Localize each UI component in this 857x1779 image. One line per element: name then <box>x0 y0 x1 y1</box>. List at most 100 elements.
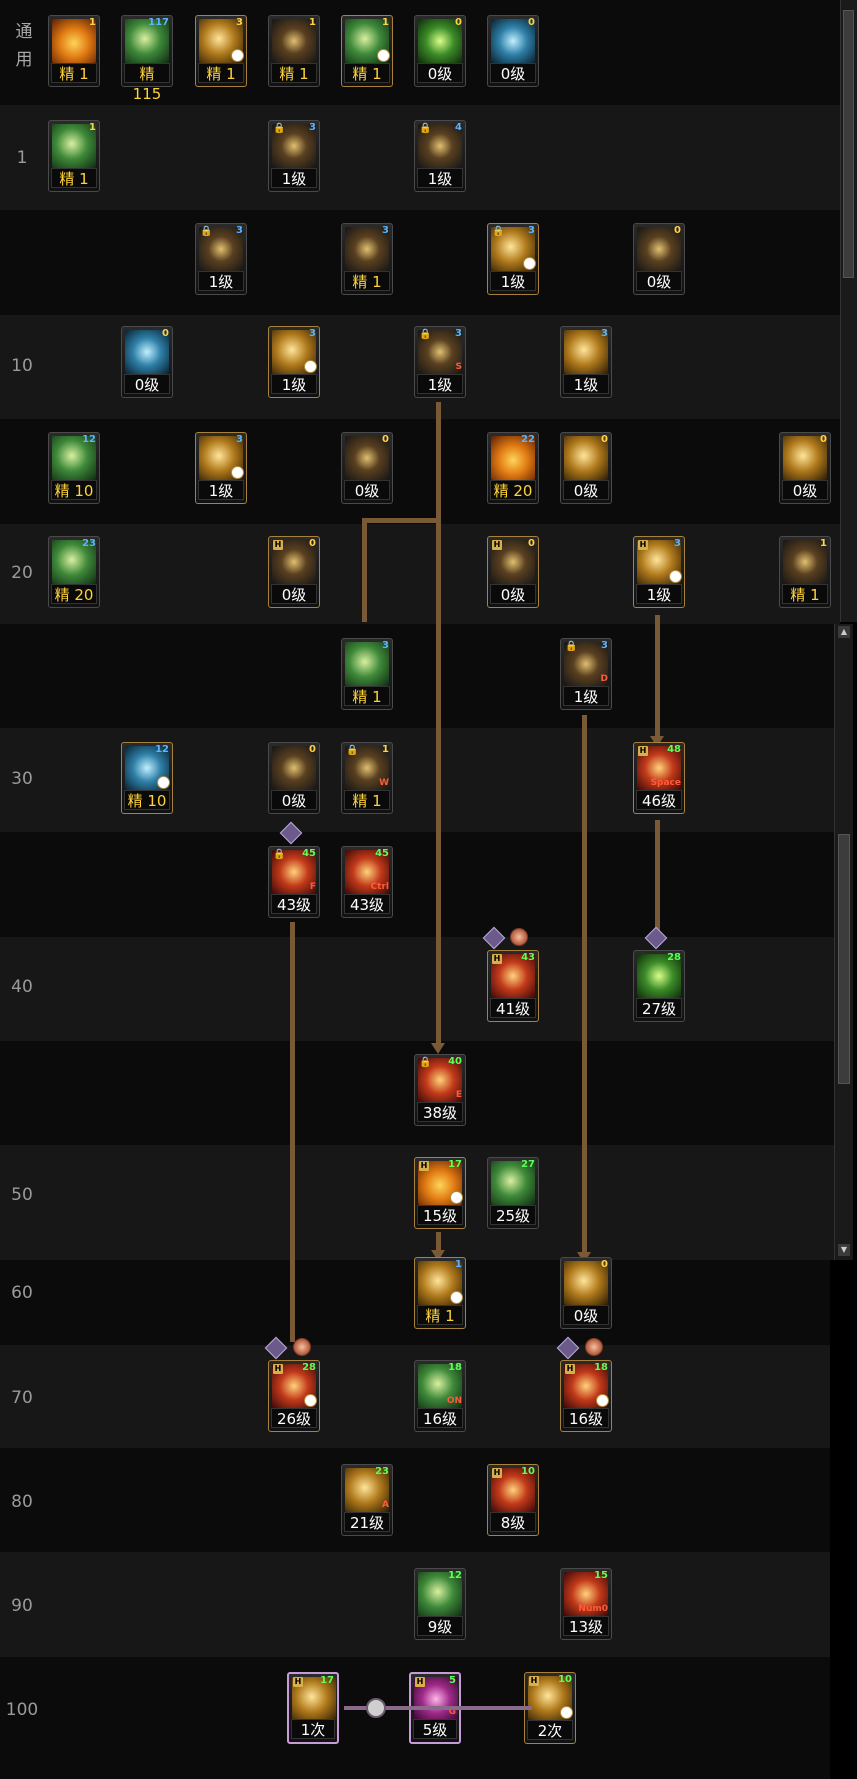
skill-level: 1级 <box>198 271 244 291</box>
skill-slot[interactable]: 1 精 1 <box>48 120 100 192</box>
skill-max-badge: 12 <box>82 434 96 445</box>
skill-level: 1级 <box>417 374 463 394</box>
skill-slot[interactable]: 1 精 1 <box>341 15 393 87</box>
skill-max-badge: 10 <box>521 1466 535 1477</box>
skill-slot[interactable]: 18 ON 16级 <box>414 1360 466 1432</box>
lock-icon: 🔒 <box>419 1057 432 1068</box>
skill-slot[interactable]: 12 精 10 <box>48 432 100 504</box>
skill-slot[interactable]: 0 H 0级 <box>487 536 539 608</box>
scrollbar-thumb[interactable] <box>843 10 854 278</box>
skill-slot[interactable]: 18 H 16级 <box>560 1360 612 1432</box>
row-bg <box>0 937 840 1041</box>
skill-slot[interactable]: 0 0级 <box>560 1257 612 1329</box>
skill-level: 1级 <box>636 584 682 604</box>
skill-slot[interactable]: 17 H 1次 <box>287 1672 339 1744</box>
hotkey-marker-icon: H <box>565 1364 575 1374</box>
skill-slot[interactable]: 48 H Space 46级 <box>633 742 685 814</box>
skill-slot[interactable]: 0 0级 <box>414 15 466 87</box>
skill-slot[interactable]: 3 精 1 <box>341 223 393 295</box>
row-label-90: 90 <box>11 1596 33 1616</box>
skill-key-label: Num0 <box>578 1604 608 1614</box>
skill-slot[interactable]: 22 精 20 <box>487 432 539 504</box>
skill-slot[interactable]: 45 🔒 F 43级 <box>268 846 320 918</box>
skill-slot[interactable]: 3 🔒 1级 <box>195 223 247 295</box>
skill-slot[interactable]: 3 精 1 <box>341 638 393 710</box>
skill-max-badge: 3 <box>674 538 681 549</box>
skill-slot[interactable]: 0 0级 <box>121 326 173 398</box>
skill-slot[interactable]: 3 🔒 1级 <box>268 120 320 192</box>
skill-slot[interactable]: 28 27级 <box>633 950 685 1022</box>
skill-slot[interactable]: 45 Ctrl 43级 <box>341 846 393 918</box>
skill-slot[interactable]: 23 精 20 <box>48 536 100 608</box>
skill-slot[interactable]: 0 0级 <box>633 223 685 295</box>
hotkey-marker-icon: H <box>415 1677 425 1687</box>
skill-level: 8级 <box>490 1512 536 1532</box>
scrollbar-upper[interactable] <box>840 0 857 622</box>
scroll-up-button[interactable]: ▲ <box>838 626 850 638</box>
skill-level: 41级 <box>490 998 536 1018</box>
skill-level: 0级 <box>563 480 609 500</box>
skill-max-badge: 1 <box>382 744 389 755</box>
skill-slot[interactable]: 0 0级 <box>487 15 539 87</box>
skill-max-badge: 3 <box>382 225 389 236</box>
row-bg <box>0 832 840 937</box>
skill-slot[interactable]: 1 精 1 <box>414 1257 466 1329</box>
skill-slot[interactable]: 3 1级 <box>560 326 612 398</box>
lock-icon: 🔒 <box>346 745 359 756</box>
cooldown-clock-icon <box>231 466 244 479</box>
swirl-rune-icon <box>510 928 528 946</box>
row-label-1: 1 <box>16 148 28 168</box>
skill-slot[interactable]: 3 H 1级 <box>633 536 685 608</box>
cooldown-clock-icon <box>304 360 317 373</box>
skill-max-badge: 43 <box>521 952 535 963</box>
skill-slot[interactable]: 1 精 1 <box>268 15 320 87</box>
skill-level: 0级 <box>344 480 390 500</box>
skill-slot[interactable]: 3 精 1 <box>195 15 247 87</box>
scrollbar-lower[interactable]: ▲ ▼ <box>834 624 853 1260</box>
skill-slot[interactable]: 117 精 115 <box>121 15 173 103</box>
skill-slot[interactable]: 27 25级 <box>487 1157 539 1229</box>
skill-level: 1级 <box>271 374 317 394</box>
skill-slot[interactable]: 1 🔒 W 精 1 <box>341 742 393 814</box>
lock-icon: 🔒 <box>200 226 213 237</box>
skill-level: 1级 <box>490 271 536 291</box>
lock-icon: 🔒 <box>492 226 505 237</box>
skill-max-badge: 0 <box>162 328 169 339</box>
skill-level: 43级 <box>344 894 390 914</box>
skill-slot[interactable]: 23 A 21级 <box>341 1464 393 1536</box>
skill-slot[interactable]: 3 1级 <box>268 326 320 398</box>
skill-slot[interactable]: 12 精 10 <box>121 742 173 814</box>
skill-slot[interactable]: 3 🔒 1级 <box>487 223 539 295</box>
skill-slot[interactable]: 17 H 15级 <box>414 1157 466 1229</box>
scroll-down-button[interactable]: ▼ <box>838 1244 850 1256</box>
skill-slot[interactable]: 28 H 26级 <box>268 1360 320 1432</box>
lock-icon: 🔒 <box>419 123 432 134</box>
skill-slot[interactable]: 0 0级 <box>341 432 393 504</box>
skill-slot[interactable]: 0 H 0级 <box>268 536 320 608</box>
skill-slot[interactable]: 43 H 41级 <box>487 950 539 1022</box>
scrollbar-thumb[interactable] <box>838 834 850 1084</box>
skill-slot[interactable]: 15 Num0 13级 <box>560 1568 612 1640</box>
skill-max-badge: 0 <box>309 538 316 549</box>
skill-max-badge: 117 <box>148 17 169 28</box>
skill-slot[interactable]: 3 🔒 S 1级 <box>414 326 466 398</box>
skill-slot[interactable]: 10 H 8级 <box>487 1464 539 1536</box>
skill-level: 精 10 <box>51 480 97 500</box>
skill-slot[interactable]: 3 1级 <box>195 432 247 504</box>
skill-max-badge: 18 <box>594 1362 608 1373</box>
skill-slot[interactable]: 3 🔒 D 1级 <box>560 638 612 710</box>
skill-level: 2次 <box>527 1720 573 1740</box>
skill-slot[interactable]: 40 🔒 E 38级 <box>414 1054 466 1126</box>
skill-slot[interactable]: 1 精 1 <box>779 536 831 608</box>
skill-level: 0级 <box>782 480 828 500</box>
skill-slot[interactable]: 0 0级 <box>268 742 320 814</box>
skill-slot[interactable]: 12 9级 <box>414 1568 466 1640</box>
skill-key-label: W <box>379 778 389 788</box>
skill-slot[interactable]: 1 精 1 <box>48 15 100 87</box>
row-label-30: 30 <box>11 769 33 789</box>
skill-slot[interactable]: 4 🔒 1级 <box>414 120 466 192</box>
row-label-general: 通用 <box>15 22 33 70</box>
skill-max-badge: 22 <box>521 434 535 445</box>
skill-slot[interactable]: 0 0级 <box>560 432 612 504</box>
skill-slot[interactable]: 0 0级 <box>779 432 831 504</box>
